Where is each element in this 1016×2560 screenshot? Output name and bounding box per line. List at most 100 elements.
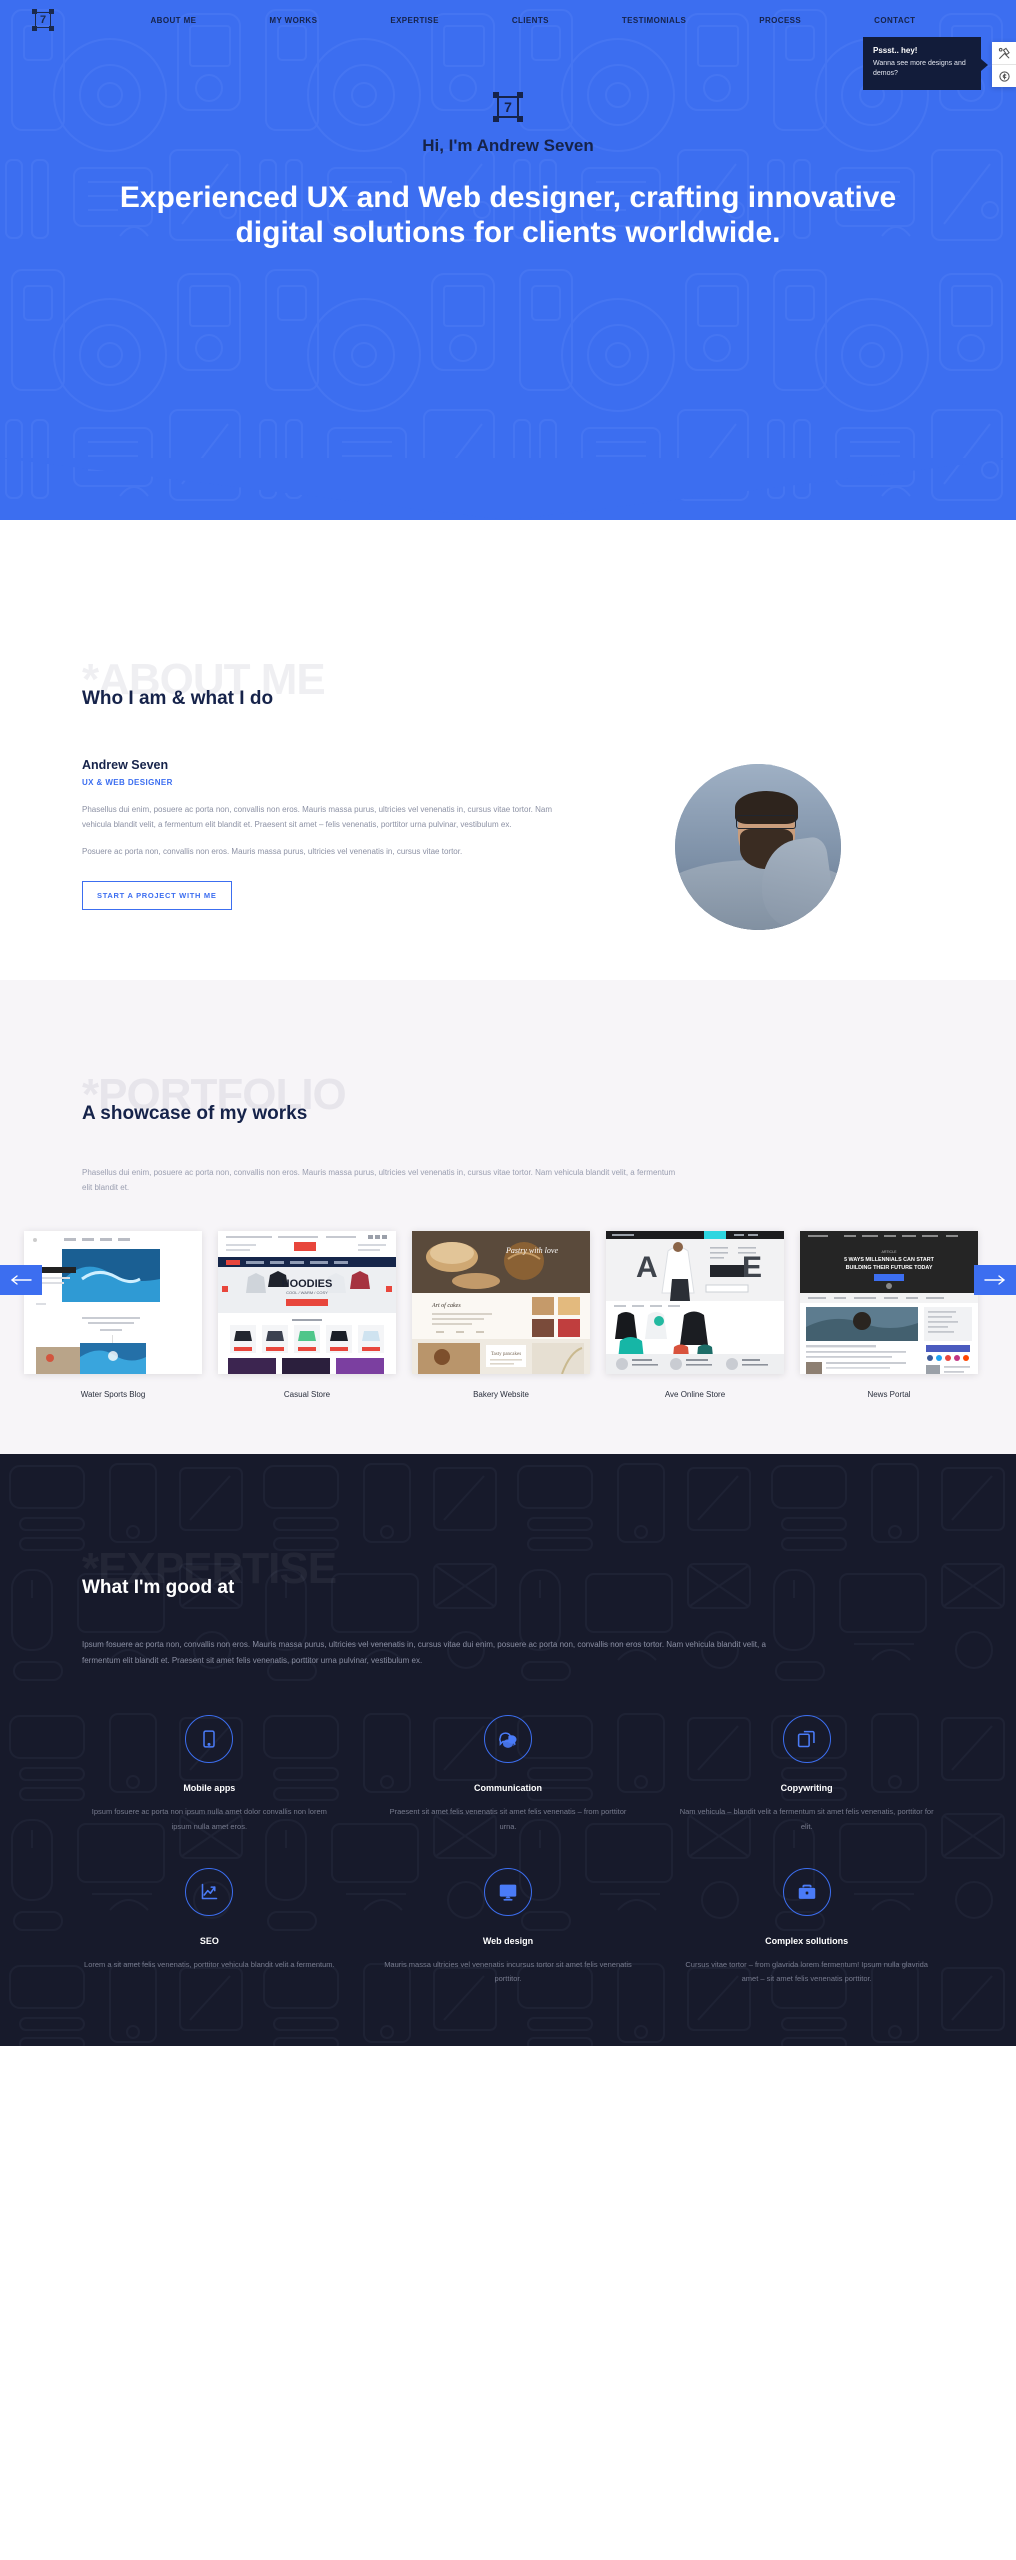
ave-online-store-mock: A E [606, 1231, 784, 1375]
svg-text:Art of cakes: Art of cakes [431, 1302, 461, 1309]
hero-logo-text: 7 [504, 99, 512, 115]
bakery-website-mock: Pastry with love Art of cakes Tasty panc… [412, 1231, 590, 1375]
hero-logo: 7 [493, 92, 523, 122]
expertise-card-text: Mauris massa ultricies vel venenatis inc… [384, 1959, 632, 1984]
about-heading-block: *ABOUT ME Who I am & what I do [0, 538, 1016, 710]
nav-item-my-works[interactable]: MY WORKS [269, 16, 317, 25]
expertise-card-text: Cursus vitae tortor – from glavrida lore… [685, 1959, 928, 1984]
expertise-card-title: Web design [482, 1935, 534, 1946]
svg-text:BUILDING THEIR FUTURE TODAY: BUILDING THEIR FUTURE TODAY [846, 1265, 933, 1271]
news-portal-mock: ARTICLE 5 WAYS MILLENNIALS CAN START BUI… [800, 1231, 978, 1375]
promo-popup-title: Pssst.. hey! [873, 46, 918, 55]
expertise-description: Ipsum fosuere ac porta non, convallis no… [82, 1640, 766, 1666]
logo-seven-mark[interactable]: 7 [32, 9, 54, 31]
portfolio-carousel: Water Sports Blog HOODIES COOL / WARM / … [0, 1195, 1016, 1399]
portfolio-next-button[interactable] [974, 1265, 1016, 1296]
nav-item-process[interactable]: PROCESS [759, 16, 801, 25]
portfolio-caption: News Portal [867, 1390, 911, 1400]
water-sports-blog-mock [24, 1231, 202, 1375]
expertise-card-copywriting[interactable]: Copywriting Nam vehicula – blandit velit… [657, 1715, 956, 1834]
expertise-card-text: Praesent sit amet felis venenatis sit am… [389, 1807, 627, 1831]
svg-text:Pastry with love: Pastry with love [505, 1246, 558, 1255]
portfolio-thumbnail[interactable]: A E [606, 1231, 784, 1375]
briefcase-icon [782, 1867, 831, 1916]
svg-text:COOL / WARM / COSY: COOL / WARM / COSY [286, 1290, 328, 1295]
portfolio-thumbnail[interactable]: ARTICLE 5 WAYS MILLENNIALS CAN START BUI… [800, 1231, 978, 1375]
portfolio-section: *PORTFOLIO A showcase of my works Phasel… [0, 980, 1016, 1455]
wrench-screwdriver-icon[interactable] [992, 42, 1016, 64]
portfolio-prev-button[interactable] [0, 1265, 42, 1296]
copy-documents-icon [782, 1715, 831, 1764]
svg-text:HOODIES: HOODIES [282, 1278, 333, 1290]
expertise-grid: Mobile apps Ipsum fosuere ac porta non i… [0, 1669, 1016, 1986]
casual-store-mock: HOODIES COOL / WARM / COSY [218, 1231, 396, 1375]
about-content: Andrew Seven UX & WEB DESIGNER Phasellus… [0, 702, 1016, 930]
expertise-card-title: Mobile apps [183, 1783, 236, 1794]
about-person-name: Andrew Seven [82, 758, 169, 772]
svg-text:ARTICLE: ARTICLE [881, 1250, 897, 1254]
portfolio-thumbnail[interactable] [24, 1231, 202, 1375]
side-tools-panel [992, 42, 1016, 87]
portfolio-caption: Ave Online Store [664, 1390, 726, 1400]
portfolio-caption: Bakery Website [473, 1390, 529, 1400]
about-section: *ABOUT ME Who I am & what I do Andrew Se… [0, 520, 1016, 980]
portfolio-item[interactable]: A E Ave Online Store [606, 1231, 784, 1399]
nav-item-testimonials[interactable]: TESTIMONIALS [622, 16, 686, 25]
portfolio-description: Phasellus dui enim, posuere ac porta non… [82, 1168, 676, 1193]
expertise-card-title: Complex sollutions [765, 1935, 849, 1946]
nav-links: ABOUT ME MY WORKS EXPERTISE CLIENTS TEST… [54, 16, 992, 25]
portfolio-item[interactable]: ARTICLE 5 WAYS MILLENNIALS CAN START BUI… [800, 1231, 978, 1399]
expertise-card-mobile-apps[interactable]: Mobile apps Ipsum fosuere ac porta non i… [60, 1715, 359, 1834]
nav-item-clients[interactable]: CLIENTS [512, 16, 549, 25]
expertise-card-text: Ipsum fosuere ac porta non ipsum nulla a… [91, 1807, 327, 1831]
expertise-card-text: Lorem a sit amet felis venenatis, portti… [84, 1959, 335, 1969]
logo-text: 7 [39, 13, 47, 26]
portfolio-item[interactable]: HOODIES COOL / WARM / COSY Casual Store [218, 1231, 396, 1399]
growth-chart-icon [185, 1867, 234, 1916]
main-navigation: 7 ABOUT ME MY WORKS EXPERTISE CLIENTS TE… [0, 0, 1016, 40]
profile-photo [675, 764, 841, 930]
hero-headline: Experienced UX and Web designer, craftin… [119, 181, 897, 250]
nav-item-about-me[interactable]: ABOUT ME [151, 16, 197, 25]
expertise-heading-block: *EXPERTISE What I'm good at [0, 1499, 1016, 1599]
arrow-right-icon [984, 1275, 1006, 1286]
expertise-card-complex-sollutions[interactable]: Complex sollutions Cursus vitae tortor –… [657, 1867, 956, 1987]
svg-text:A: A [636, 1251, 658, 1284]
about-title: Who I am & what I do [82, 688, 274, 709]
portfolio-thumbnail[interactable]: HOODIES COOL / WARM / COSY [218, 1231, 396, 1375]
expertise-title: What I'm good at [82, 1577, 235, 1599]
tablet-icon [185, 1715, 234, 1764]
portfolio-item[interactable]: Water Sports Blog [24, 1231, 202, 1399]
dollar-coin-icon[interactable] [992, 65, 1016, 87]
arrow-left-icon [10, 1275, 32, 1286]
nav-item-expertise[interactable]: EXPERTISE [390, 16, 439, 25]
chat-bubbles-icon [483, 1715, 532, 1764]
hero-section: 7 ABOUT ME MY WORKS EXPERTISE CLIENTS TE… [0, 0, 1016, 520]
expertise-section: *EXPERTISE What I'm good at Ipsum fosuer… [0, 1454, 1016, 2047]
hero-greeting: Hi, I'm Andrew Seven [422, 136, 594, 155]
about-person-role: UX & WEB DESIGNER [82, 778, 173, 787]
portfolio-caption: Water Sports Blog [80, 1390, 146, 1400]
promo-popup[interactable]: Pssst.. hey! Wanna see more designs and … [863, 37, 988, 91]
svg-text:E: E [742, 1251, 762, 1284]
promo-popup-body: Wanna see more designs and demos? [873, 60, 966, 78]
hero-chevron-shape [0, 458, 1016, 520]
photo-glasses [736, 815, 797, 829]
about-image-column [582, 758, 934, 930]
svg-text:Tasty pancakes: Tasty pancakes [491, 1352, 521, 1357]
expertise-card-communication[interactable]: Communication Praesent sit amet felis ve… [359, 1715, 658, 1834]
portfolio-title: A showcase of my works [82, 1103, 308, 1124]
expertise-card-text: Nam vehicula – blandit velit a fermentum… [679, 1807, 934, 1831]
start-project-button[interactable]: START A PROJECT WITH ME [82, 881, 232, 911]
expertise-card-web-design[interactable]: Web design Mauris massa ultricies vel ve… [359, 1867, 658, 1987]
expertise-card-title: SEO [199, 1935, 219, 1946]
about-paragraph: Posuere ac porta non, convallis non eros… [82, 846, 463, 856]
page-root: 7 ABOUT ME MY WORKS EXPERTISE CLIENTS TE… [0, 0, 1016, 2047]
nav-item-contact[interactable]: CONTACT [874, 16, 915, 25]
portfolio-item[interactable]: Pastry with love Art of cakes Tasty panc… [412, 1231, 590, 1399]
expertise-card-seo[interactable]: SEO Lorem a sit amet felis venenatis, po… [60, 1867, 359, 1987]
portfolio-thumbnail[interactable]: Pastry with love Art of cakes Tasty panc… [412, 1231, 590, 1375]
portfolio-heading-block: *PORTFOLIO A showcase of my works [0, 1025, 1016, 1125]
monitor-icon [483, 1867, 532, 1916]
about-paragraph: Phasellus dui enim, posuere ac porta non… [82, 805, 552, 829]
